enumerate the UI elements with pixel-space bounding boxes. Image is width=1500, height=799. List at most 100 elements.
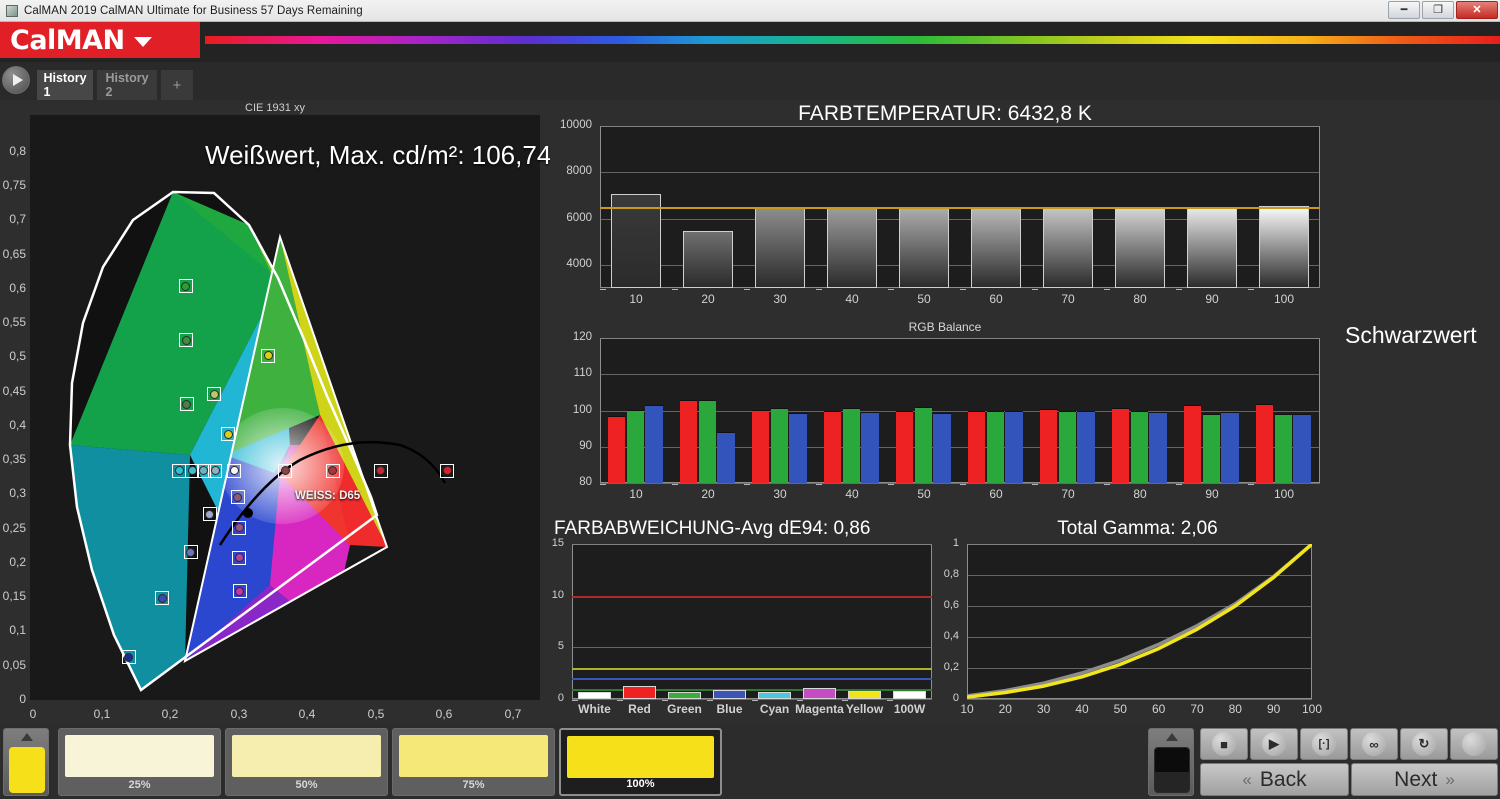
loop-button[interactable]: ∞	[1350, 728, 1398, 760]
y-tick: 80	[579, 476, 592, 488]
tick-mark	[1032, 484, 1038, 485]
screen-preview[interactable]	[1148, 728, 1194, 796]
total-gamma-curves	[967, 544, 1312, 699]
cie-y-tick: 0,45	[2, 384, 26, 398]
x-tick: 40	[845, 292, 859, 306]
color-temperature-chart[interactable]: FARBTEMPERATUR: 6432,8 K 4000 6000 8000 100…	[550, 100, 1340, 315]
x-tick: 70	[1190, 702, 1204, 716]
rgb-bar-blue	[789, 413, 807, 483]
cie-x-tick: 0,7	[504, 707, 522, 721]
total-gamma-chart[interactable]: Total Gamma: 2,06 0 0,2 0,4 0,6 0,8 1 10 20 30 4…	[935, 518, 1340, 725]
chevron-up-icon[interactable]	[1166, 733, 1178, 741]
stop-button[interactable]: ■	[1200, 728, 1248, 760]
cie-y-tick: 0,4	[9, 418, 26, 432]
rgb-balance-chart[interactable]: RGB Balance 80 90 100 110 120 10 20 30 40 50 60 70…	[550, 318, 1340, 516]
x-tick: 50	[917, 292, 931, 306]
cie-measured-point	[182, 399, 192, 409]
color-deviation-chart[interactable]: FARBABWEICHUNG-Avg dE94: 0,86 0 5 10 15 Whi…	[550, 518, 945, 725]
level-button-75[interactable]: 75%	[392, 728, 555, 796]
tick-mark	[572, 700, 578, 701]
level-button-100[interactable]: 100%	[559, 728, 722, 796]
cie-plot[interactable]: Weißwert, Max. cd/m²: 106,74 WEISS: D65 …	[3, 115, 551, 721]
cie-measured-point	[233, 492, 243, 502]
cie-y-tick: 0	[19, 692, 26, 706]
tick-mark	[744, 484, 750, 485]
cie-x-tick: 0,6	[435, 707, 453, 721]
tick-mark	[1176, 289, 1182, 290]
x-tick: 50	[917, 487, 931, 501]
tab-history-2[interactable]: History 2	[96, 70, 158, 100]
play-icon[interactable]	[2, 66, 30, 94]
calman-logo[interactable]: CalMAN	[0, 22, 200, 58]
tick-mark	[662, 700, 668, 701]
rgb-bar-red	[823, 411, 842, 483]
x-tick: 40	[1075, 702, 1089, 716]
y-tick: 4000	[566, 257, 592, 270]
bracket-button[interactable]: [·]	[1300, 728, 1348, 760]
color-temperature-title: FARBTEMPERATUR: 6432,8 K	[798, 102, 1092, 125]
maximize-button[interactable]: ❐	[1422, 1, 1454, 19]
level-label-25: 25%	[128, 779, 151, 791]
blank-button[interactable]	[1450, 728, 1498, 760]
rgb-bar-red	[1111, 408, 1130, 483]
rgb-bar-green	[1058, 410, 1076, 483]
gamma-curve-target	[967, 544, 1312, 698]
charts-panel: FARBTEMPERATUR: 6432,8 K 4000 6000 8000 100…	[550, 100, 1500, 725]
cie-chart-title: CIE 1931 xy	[245, 102, 305, 114]
gridline	[600, 374, 1320, 376]
color-deviation-bar	[668, 691, 701, 699]
color-temperature-bar	[1042, 207, 1094, 288]
x-tick: 30	[773, 292, 787, 306]
chevron-down-icon[interactable]	[133, 36, 152, 47]
level-chip-100	[567, 736, 714, 778]
close-button[interactable]: ✕	[1456, 1, 1498, 19]
gridline	[572, 647, 932, 649]
rgb-bar-blue	[1149, 412, 1167, 483]
back-button[interactable]: « Back	[1200, 763, 1349, 796]
cie-chart-panel: CIE 1931 xy Weißwert, Max. cd/m²: 106,74…	[0, 100, 551, 725]
tick-mark	[600, 484, 606, 485]
cie-x-tick: 0	[29, 707, 37, 721]
rgb-bar-green	[914, 407, 932, 483]
cie-y-tick: 0,2	[9, 555, 26, 569]
x-tick: 30	[773, 487, 787, 501]
gridline	[600, 338, 1320, 339]
minimize-button[interactable]: ━	[1388, 1, 1420, 19]
color-temperature-bar	[826, 207, 878, 288]
y-tick: 100	[572, 403, 592, 416]
color-temperature-bar	[1258, 206, 1310, 288]
add-tab-button[interactable]: +	[160, 70, 194, 100]
x-tick: Red	[628, 702, 651, 716]
tick-mark	[617, 700, 623, 701]
rgb-bar-green	[1202, 414, 1220, 483]
rgb-bar-red	[679, 400, 698, 483]
tab-history-1[interactable]: History 1	[36, 70, 94, 100]
bottom-toolbar: 25% 50% 75% 100% ■ ▶ [·] ∞ ↻ « Back Next…	[0, 725, 1500, 799]
cie-y-tick: 0,15	[2, 589, 26, 603]
x-tick: Magenta	[795, 702, 844, 716]
tick-mark	[888, 289, 894, 290]
x-tick: 10	[629, 292, 643, 306]
play-button[interactable]: ▶	[1250, 728, 1298, 760]
next-button[interactable]: Next »	[1351, 763, 1498, 796]
x-tick: 70	[1061, 292, 1075, 306]
current-patch-swatch[interactable]	[3, 728, 49, 796]
level-button-25[interactable]: 25%	[58, 728, 221, 796]
threshold-line	[572, 668, 932, 670]
x-tick: 90	[1205, 292, 1219, 306]
rgb-bar-red	[967, 410, 986, 483]
tick-mark	[960, 484, 966, 485]
cie-y-tick: 0,05	[2, 658, 26, 672]
color-deviation-bar	[803, 688, 836, 699]
rgb-bar-red	[1183, 404, 1202, 483]
infinity-icon: ∞	[1362, 732, 1386, 756]
stop-icon: ■	[1212, 732, 1236, 756]
refresh-button[interactable]: ↻	[1400, 728, 1448, 760]
y-tick: 8000	[566, 165, 592, 178]
reference-line	[600, 207, 1320, 209]
level-button-50[interactable]: 50%	[225, 728, 388, 796]
level-label-100: 100%	[626, 778, 655, 790]
gridline	[600, 126, 1320, 127]
level-chip-25	[65, 735, 214, 777]
chevron-up-icon[interactable]	[21, 733, 33, 741]
